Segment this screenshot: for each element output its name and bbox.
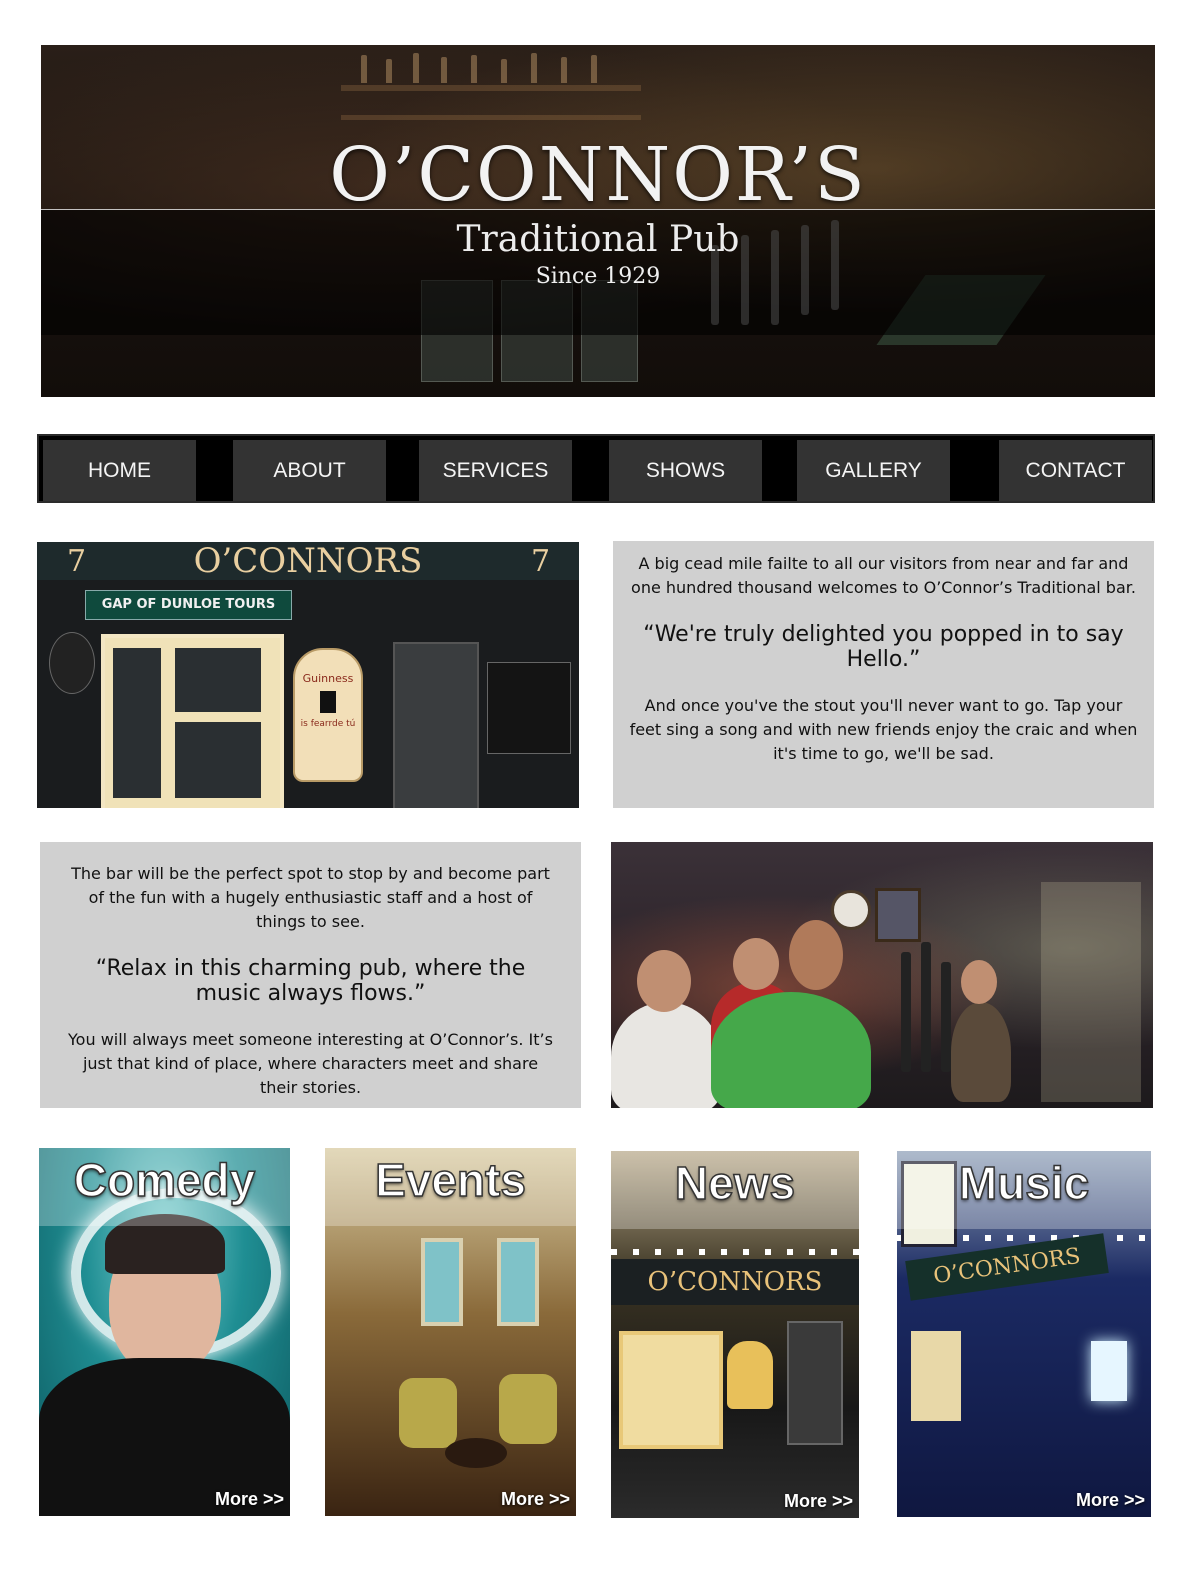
- hero-bottle: [386, 59, 392, 83]
- music-lit-window: [1091, 1341, 1127, 1401]
- hero-bottle: [591, 55, 597, 83]
- tile-news-title: News: [674, 1156, 796, 1210]
- about-panel: The bar will be the perfect spot to stop…: [40, 842, 581, 1108]
- shop-number-right: 7: [531, 544, 551, 579]
- hero-bottle: [413, 53, 419, 83]
- nav-services[interactable]: SERVICES: [419, 440, 572, 501]
- nav-home[interactable]: HOME: [43, 440, 196, 501]
- welcome-intro: A big cead mile failte to all our visito…: [631, 554, 1136, 597]
- window-pane: [113, 648, 161, 798]
- window-pane: [175, 722, 261, 798]
- hero-banner: O’CONNOR’S Traditional Pub Since 1929: [41, 45, 1155, 397]
- person-head: [733, 938, 779, 990]
- events-chair: [399, 1378, 457, 1448]
- main-nav: HOME ABOUT SERVICES SHOWS GALLERY CONTAC…: [37, 434, 1155, 503]
- tile-music[interactable]: O’CONNORS Music More >>: [897, 1151, 1151, 1517]
- shop-poster: [487, 662, 571, 754]
- tile-events-more-link[interactable]: More >>: [501, 1488, 570, 1510]
- music-window: [911, 1331, 961, 1421]
- events-table: [445, 1438, 507, 1468]
- nav-gallery[interactable]: GALLERY: [797, 440, 950, 501]
- welcome-panel: A big cead mile failte to all our visito…: [613, 541, 1154, 808]
- person-head: [961, 960, 997, 1004]
- shop-sign-text: O’CONNORS: [193, 542, 423, 581]
- site-since: Since 1929: [535, 264, 661, 289]
- hero-bottle: [441, 57, 447, 83]
- hero-shelf: [341, 85, 641, 91]
- shopfront-photo: O’CONNORS 7 7 GAP OF DUNLOE TOURS Guinne…: [37, 542, 579, 808]
- person-head: [637, 950, 691, 1012]
- bartender: [951, 1002, 1011, 1102]
- about-quote: “Relax in this charming pub, where the m…: [95, 956, 526, 1006]
- hero-bottle: [361, 55, 367, 83]
- hero-bottle: [531, 53, 537, 83]
- nav-about[interactable]: ABOUT: [233, 440, 386, 501]
- about-intro: The bar will be the perfect spot to stop…: [71, 864, 550, 931]
- clock-decor: [831, 890, 871, 930]
- about-outro: You will always meet someone interesting…: [68, 1030, 553, 1097]
- beamish-sign: [49, 632, 95, 694]
- shop-window: [101, 634, 284, 808]
- news-shop-sign: O’CONNORS: [611, 1259, 859, 1305]
- guinness-subtext: is fearrde tú: [300, 719, 356, 729]
- news-door: [787, 1321, 843, 1445]
- picture-frame: [875, 888, 921, 942]
- shop-sign: O’CONNORS: [37, 542, 579, 580]
- events-chair: [499, 1374, 557, 1444]
- tile-news[interactable]: O’CONNORS News More >>: [611, 1151, 859, 1518]
- beer-tap: [901, 952, 911, 1072]
- bar-photo: [611, 842, 1153, 1108]
- welcome-quote: “We're truly delighted you popped in to …: [643, 622, 1124, 672]
- tile-events-title: Events: [374, 1153, 526, 1207]
- beer-tap: [941, 962, 951, 1072]
- beer-tap: [921, 942, 931, 1072]
- shop-door: [393, 642, 479, 808]
- site-title: O’CONNOR’S: [329, 132, 867, 218]
- hero-bottle: [501, 59, 507, 83]
- guinness-sign: Guinness is fearrde tú: [293, 648, 363, 782]
- hero-bottle: [561, 57, 567, 83]
- tile-comedy-more-link[interactable]: More >>: [215, 1488, 284, 1510]
- nav-shows[interactable]: SHOWS: [609, 440, 762, 501]
- events-window: [497, 1238, 539, 1326]
- tile-events[interactable]: Events More >>: [325, 1148, 576, 1516]
- hero-bottle: [471, 55, 477, 83]
- person: [611, 1002, 721, 1108]
- news-window: [619, 1331, 723, 1449]
- tile-comedy[interactable]: Comedy More >>: [39, 1148, 290, 1516]
- window-pane: [175, 648, 261, 712]
- news-guinness-sign: [727, 1341, 773, 1409]
- string-lights: [611, 1249, 859, 1255]
- events-window: [421, 1238, 463, 1326]
- tours-sign: GAP OF DUNLOE TOURS: [85, 590, 292, 620]
- site-subtitle: Traditional Pub: [456, 219, 740, 260]
- tile-music-title: Music: [958, 1156, 1090, 1210]
- person: [711, 992, 871, 1108]
- tile-comedy-title: Comedy: [73, 1153, 256, 1207]
- pint-icon: [320, 691, 336, 713]
- welcome-outro: And once you've the stout you'll never w…: [629, 696, 1138, 763]
- tile-news-more-link[interactable]: More >>: [784, 1490, 853, 1512]
- person-head: [789, 920, 843, 990]
- guinness-text: Guinness: [302, 672, 354, 685]
- hero-shelf: [341, 115, 641, 120]
- back-bar-shelf: [1041, 882, 1141, 1102]
- shop-number-left: 7: [67, 544, 87, 579]
- nav-contact[interactable]: CONTACT: [999, 440, 1152, 501]
- tile-music-more-link[interactable]: More >>: [1076, 1489, 1145, 1511]
